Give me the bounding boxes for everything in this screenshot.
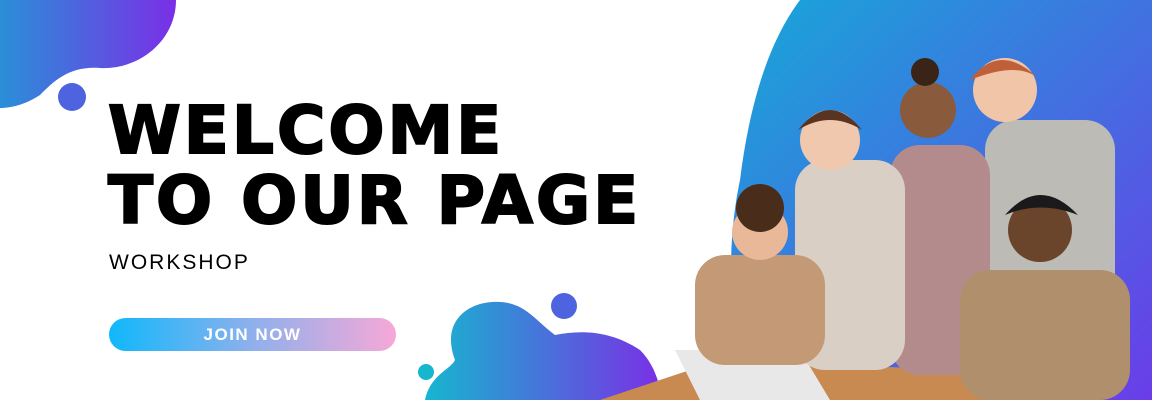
join-now-button[interactable]: JOIN NOW (109, 318, 396, 351)
dot (551, 293, 577, 319)
headline-line-2: TO OUR PAGE (107, 162, 642, 239)
subtitle: WORKSHOP (109, 251, 250, 274)
dot (418, 364, 434, 380)
people-group-photo (600, 50, 1152, 400)
headline-line-1: WELCOME (107, 92, 505, 169)
headline: WELCOME TO OUR PAGE (107, 92, 642, 239)
dot (58, 83, 86, 111)
